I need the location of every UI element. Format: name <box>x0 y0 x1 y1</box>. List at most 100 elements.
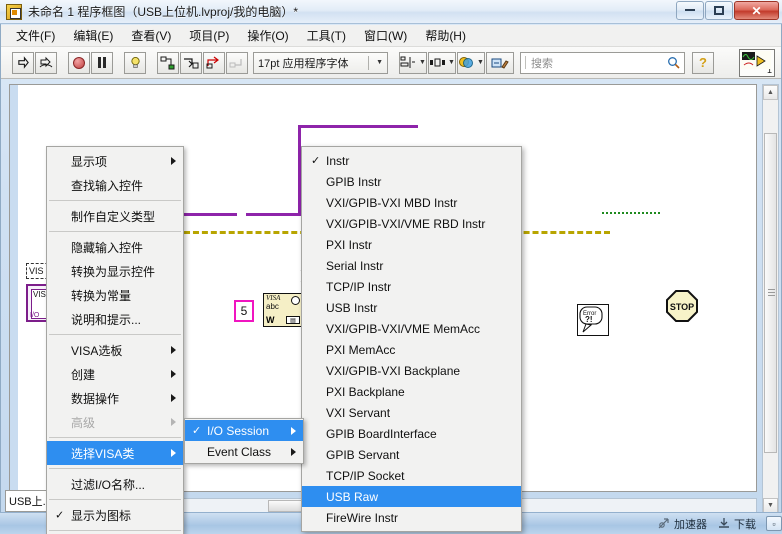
ctx-visa-palette[interactable]: VISA选板 <box>47 338 183 362</box>
window-controls: ✕ <box>676 1 779 20</box>
clean-up-diagram-button[interactable] <box>486 51 514 74</box>
distribute-objects-button[interactable]: ▼ <box>428 51 456 74</box>
font-selector[interactable]: 17pt 应用程序字体 ▼ <box>253 51 388 74</box>
accelerator-item[interactable]: 加速器 <box>657 516 707 532</box>
step-into-button[interactable] <box>180 51 202 74</box>
bottom-extra-button[interactable]: ▫ <box>766 516 782 531</box>
menu-edit[interactable]: 编辑(E) <box>64 25 122 46</box>
submenu-io-session[interactable]: ✓ I/O Session <box>185 420 303 441</box>
menu-item-gpib-servant[interactable]: GPIB Servant <box>302 444 521 465</box>
menu-item-vxi-gpib-vxi-vme-rbd-instr[interactable]: VXI/GPIB-VXI/VME RBD Instr <box>302 213 521 234</box>
align-objects-icon <box>400 56 416 68</box>
menu-item-vxi-gpib-vxi-mbd-instr[interactable]: VXI/GPIB-VXI MBD Instr <box>302 192 521 213</box>
stop-node[interactable]: STOP <box>665 289 699 323</box>
ctx-data-operations[interactable]: 数据操作 <box>47 386 183 410</box>
menu-item-gpib-instr[interactable]: GPIB Instr <box>302 171 521 192</box>
toolbar-run-group <box>12 51 57 74</box>
ctx-change-to-indicator[interactable]: 转换为显示控件 <box>47 259 183 283</box>
menu-help[interactable]: 帮助(H) <box>416 25 475 46</box>
resize-objects-button[interactable]: ▼ <box>457 51 485 74</box>
minimize-button[interactable] <box>676 1 704 20</box>
resize-objects-icon <box>459 57 474 68</box>
menu-item-label: GPIB Instr <box>326 174 382 189</box>
help-button[interactable]: ? <box>692 51 714 74</box>
menu-item-label: Instr <box>326 153 350 168</box>
svg-text:?!: ?! <box>585 315 593 324</box>
submenu-visa-class[interactable]: ✓ I/O Session Event Class <box>184 418 304 464</box>
vertical-scroll-thumb[interactable] <box>764 133 777 453</box>
menu-item-pxi-backplane[interactable]: PXI Backplane <box>302 381 521 402</box>
run-button[interactable] <box>12 51 34 74</box>
chevron-right-icon <box>171 346 176 354</box>
abort-execution-button[interactable] <box>68 51 90 74</box>
maximize-button[interactable] <box>705 1 733 20</box>
menu-divider <box>49 231 181 232</box>
step-out-button[interactable] <box>226 51 248 74</box>
menu-divider <box>49 334 181 335</box>
ctx-label: 转换为常量 <box>71 288 132 303</box>
menu-item-usb-instr[interactable]: USB Instr <box>302 297 521 318</box>
menu-item-instr[interactable]: ✓ Instr <box>302 150 521 171</box>
step-over-button[interactable] <box>203 51 225 74</box>
visa-read-w-label: W <box>266 315 275 325</box>
menu-file[interactable]: 文件(F) <box>7 25 64 46</box>
menu-item-tcpip-instr[interactable]: TCP/IP Instr <box>302 276 521 297</box>
visa-control-terminal-label: VIS <box>29 266 44 276</box>
diagram-left-margin <box>10 85 18 491</box>
menu-view[interactable]: 查看(V) <box>122 25 180 46</box>
toolbar-debug-group <box>124 51 146 74</box>
menu-item-pxi-memacc[interactable]: PXI MemAcc <box>302 339 521 360</box>
search-box[interactable]: 搜索 <box>520 51 685 74</box>
scroll-down-button[interactable]: ▼ <box>763 498 778 513</box>
download-item[interactable]: 下载 <box>717 516 756 532</box>
ctx-view-as-icon[interactable]: ✓ 显示为图标 <box>47 503 183 527</box>
retain-wire-values-button[interactable] <box>157 51 179 74</box>
run-continuously-button[interactable] <box>35 51 57 74</box>
ctx-change-to-constant[interactable]: 转换为常量 <box>47 283 183 307</box>
menu-item-vxi-gpib-vxi-backplane[interactable]: VXI/GPIB-VXI Backplane <box>302 360 521 381</box>
step-out-icon <box>229 59 242 68</box>
error-dialog-icon: Error ?! <box>579 306 603 333</box>
scroll-up-button[interactable]: ▲ <box>763 85 778 100</box>
chevron-down-icon: ▼ <box>448 59 455 66</box>
submenu-io-session-list[interactable]: ✓ Instr GPIB Instr VXI/GPIB-VXI MBD Inst… <box>301 146 522 532</box>
pause-button[interactable] <box>91 51 113 74</box>
menu-item-usb-raw[interactable]: USB Raw <box>302 486 521 507</box>
ctx-filter-io-names[interactable]: 过滤I/O名称... <box>47 472 183 496</box>
menu-divider <box>49 437 181 438</box>
menu-tools[interactable]: 工具(T) <box>298 25 355 46</box>
menu-item-serial-instr[interactable]: Serial Instr <box>302 255 521 276</box>
close-button[interactable]: ✕ <box>734 1 779 20</box>
vertical-scrollbar[interactable]: ▲ ▼ <box>762 84 779 514</box>
visa-read-node[interactable]: VISA abc W ▤ <box>263 293 303 327</box>
menu-window[interactable]: 窗口(W) <box>355 25 416 46</box>
submenu-event-class[interactable]: Event Class <box>185 441 303 462</box>
ctx-label: 查找输入控件 <box>71 178 144 193</box>
distribute-objects-icon <box>430 58 446 67</box>
menu-item-gpib-boardinterface[interactable]: GPIB BoardInterface <box>302 423 521 444</box>
chevron-down-icon: ▼ <box>477 59 484 66</box>
ctx-find-control[interactable]: 查找输入控件 <box>47 173 183 197</box>
menu-item-pxi-instr[interactable]: PXI Instr <box>302 234 521 255</box>
menu-item-vxi-gpib-vxi-vme-memacc[interactable]: VXI/GPIB-VXI/VME MemAcc <box>302 318 521 339</box>
ctx-description-tip[interactable]: 说明和提示... <box>47 307 183 331</box>
menu-item-vxi-servant[interactable]: VXI Servant <box>302 402 521 423</box>
menu-operate[interactable]: 操作(O) <box>238 25 297 46</box>
search-input[interactable]: 搜索 <box>531 55 667 71</box>
menu-project[interactable]: 项目(P) <box>180 25 238 46</box>
ctx-label: 选择VISA类 <box>71 446 135 461</box>
vi-icon-pane[interactable]: 1 <box>739 49 775 77</box>
ctx-select-visa-class[interactable]: 选择VISA类 <box>47 441 183 465</box>
menu-item-tcpip-socket[interactable]: TCP/IP Socket <box>302 465 521 486</box>
align-objects-button[interactable]: ▼ <box>399 51 427 74</box>
context-menu[interactable]: 显示项 查找输入控件 制作自定义类型 隐藏输入控件 转换为显示控件 转换为常量 … <box>46 146 184 534</box>
ctx-hide-control[interactable]: 隐藏输入控件 <box>47 235 183 259</box>
ctx-visible-items[interactable]: 显示项 <box>47 149 183 173</box>
ctx-create[interactable]: 创建 <box>47 362 183 386</box>
highlight-execution-button[interactable] <box>124 51 146 74</box>
font-label: 17pt 应用程序字体 <box>258 57 349 70</box>
menu-item-firewire-instr[interactable]: FireWire Instr <box>302 507 521 528</box>
ctx-make-typedef[interactable]: 制作自定义类型 <box>47 204 183 228</box>
numeric-constant-5[interactable]: 5 <box>234 300 254 322</box>
simple-error-handler-node[interactable]: Error ?! <box>577 304 609 336</box>
